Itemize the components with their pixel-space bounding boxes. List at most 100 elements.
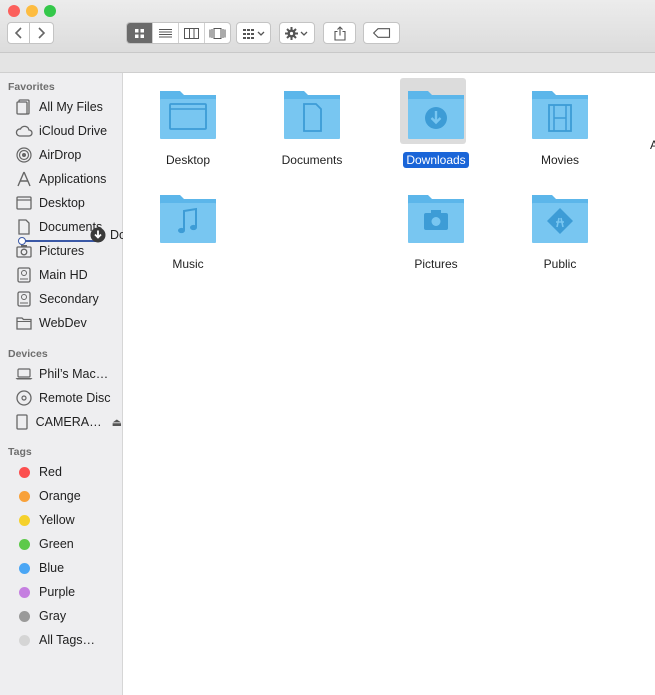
sidebar-item-label: Desktop	[39, 196, 85, 210]
sidebar-item-main-hd[interactable]: Main HD	[0, 264, 122, 286]
eject-icon[interactable]: ⏏	[112, 416, 122, 429]
sidebar-item-camera[interactable]: CAMERA… ⏏	[0, 411, 122, 433]
chevron-left-icon	[14, 27, 22, 39]
download-icon	[90, 227, 106, 243]
document-icon	[15, 218, 33, 236]
cover-flow-view-button[interactable]	[205, 23, 230, 43]
folder-music[interactable]: Music	[138, 189, 238, 272]
sidebar-item-label: AirDrop	[39, 148, 82, 162]
sidebar-item-phils-mac[interactable]: Phil’s Mac…	[0, 363, 122, 385]
folder-downloads[interactable]: Downloads	[386, 78, 486, 168]
sidebar-item-all-my-files[interactable]: All My Files	[0, 96, 122, 118]
folder-icon	[528, 85, 592, 143]
sidebar-item-tag-orange[interactable]: Orange	[0, 485, 122, 507]
file-browser-content: Desktop Documents Downloads Movies Music…	[123, 73, 655, 695]
finder-window: Favorites All My Files iCloud Drive AirD…	[0, 0, 655, 695]
sidebar-item-remote-disc[interactable]: Remote Disc	[0, 387, 122, 409]
back-button[interactable]	[7, 22, 30, 44]
columns-icon	[184, 27, 199, 39]
sidebar-item-label: Remote Disc	[39, 391, 111, 405]
tag-dot-orange	[18, 490, 30, 502]
harddrive-icon	[15, 290, 33, 308]
airdrop-icon	[15, 146, 33, 164]
folder-label: Public	[543, 257, 577, 271]
drop-indicator-ring	[18, 237, 26, 245]
cloud-icon	[15, 122, 33, 140]
sidebar-item-label: Blue	[39, 561, 65, 575]
folder-label: Documents	[281, 153, 343, 167]
sidebar-item-tag-purple[interactable]: Purple	[0, 581, 122, 603]
sidebar-item-label: All Tags…	[39, 633, 96, 647]
folder-pictures[interactable]: Pictures	[386, 189, 486, 272]
sidebar-item-label: Green	[39, 537, 74, 551]
drive-icon	[15, 413, 30, 431]
folder-icon	[15, 314, 33, 332]
folder-documents[interactable]: Documents	[262, 85, 362, 168]
share-icon	[333, 25, 346, 41]
sidebar-item-tag-blue[interactable]: Blue	[0, 557, 122, 579]
folder-label: Desktop	[165, 153, 211, 167]
view-mode-control[interactable]	[126, 22, 231, 44]
tag-dot-all	[18, 634, 30, 646]
sidebar-item-desktop[interactable]: Desktop	[0, 192, 122, 214]
tag-dot-green	[18, 538, 30, 550]
minimize-button[interactable]	[26, 5, 38, 17]
sidebar-item-tag-yellow[interactable]: Yellow	[0, 509, 122, 531]
sidebar-item-label: Gray	[39, 609, 67, 623]
tag-dot-red	[18, 466, 30, 478]
sidebar-item-label: Orange	[39, 489, 81, 503]
folder-desktop[interactable]: Desktop	[138, 85, 238, 168]
sidebar-item-label: Pictures	[39, 244, 85, 258]
applications-icon	[15, 170, 33, 188]
devices-heading: Devices	[8, 348, 48, 360]
icon-view-button[interactable]	[127, 23, 153, 43]
folder-movies[interactable]: Movies	[510, 85, 610, 168]
folder-icon	[404, 189, 468, 247]
tag-dot-yellow	[18, 514, 30, 526]
zoom-button[interactable]	[44, 5, 56, 17]
drop-indicator-line	[21, 240, 101, 242]
arrange-grid-icon	[242, 28, 264, 39]
folder-public[interactable]: Public	[510, 189, 610, 272]
favorites-heading: Favorites	[8, 81, 55, 93]
folder-icon	[528, 189, 592, 247]
tag-icon	[372, 28, 390, 38]
sidebar-item-label: iCloud Drive	[39, 124, 108, 138]
sidebar-item-icloud-drive[interactable]: iCloud Drive	[0, 120, 122, 142]
forward-button[interactable]	[30, 22, 54, 44]
folder-icon	[400, 78, 468, 144]
close-button[interactable]	[8, 5, 20, 17]
sidebar-item-label: All My Files	[39, 100, 103, 114]
chevron-right-icon	[38, 27, 46, 39]
list-icon	[159, 28, 172, 37]
toolbar	[0, 0, 655, 53]
sidebar-item-label: Main HD	[39, 268, 88, 282]
sidebar-item-label: Applications	[39, 172, 107, 186]
sidebar: Favorites All My Files iCloud Drive AirD…	[0, 73, 123, 695]
share-button[interactable]	[323, 22, 356, 44]
folder-icon	[156, 85, 220, 143]
sidebar-item-label: Secondary	[39, 292, 99, 306]
tag-dot-gray	[18, 610, 30, 622]
tag-dot-blue	[18, 562, 30, 574]
sidebar-item-label: Yellow	[39, 513, 75, 527]
sidebar-item-tag-green[interactable]: Green	[0, 533, 122, 555]
sidebar-item-tag-red[interactable]: Red	[0, 461, 122, 483]
column-view-button[interactable]	[179, 23, 205, 43]
arrange-button[interactable]	[236, 22, 271, 44]
sidebar-item-webdev[interactable]: WebDev	[0, 312, 122, 334]
tag-button[interactable]	[363, 22, 400, 44]
harddrive-icon	[15, 266, 33, 284]
all-files-icon	[15, 98, 33, 116]
gear-icon	[285, 26, 308, 40]
grid-icon	[135, 28, 144, 38]
sidebar-item-tag-gray[interactable]: Gray	[0, 605, 122, 627]
disc-icon	[15, 389, 33, 407]
sidebar-item-applications[interactable]: Applications	[0, 168, 122, 190]
action-button[interactable]	[279, 22, 315, 44]
list-view-button[interactable]	[153, 23, 179, 43]
sidebar-item-airdrop[interactable]: AirDrop	[0, 144, 122, 166]
sidebar-item-all-tags[interactable]: All Tags…	[0, 629, 122, 651]
sidebar-item-secondary[interactable]: Secondary	[0, 288, 122, 310]
sidebar-item-label: Phil’s Mac…	[39, 367, 109, 381]
